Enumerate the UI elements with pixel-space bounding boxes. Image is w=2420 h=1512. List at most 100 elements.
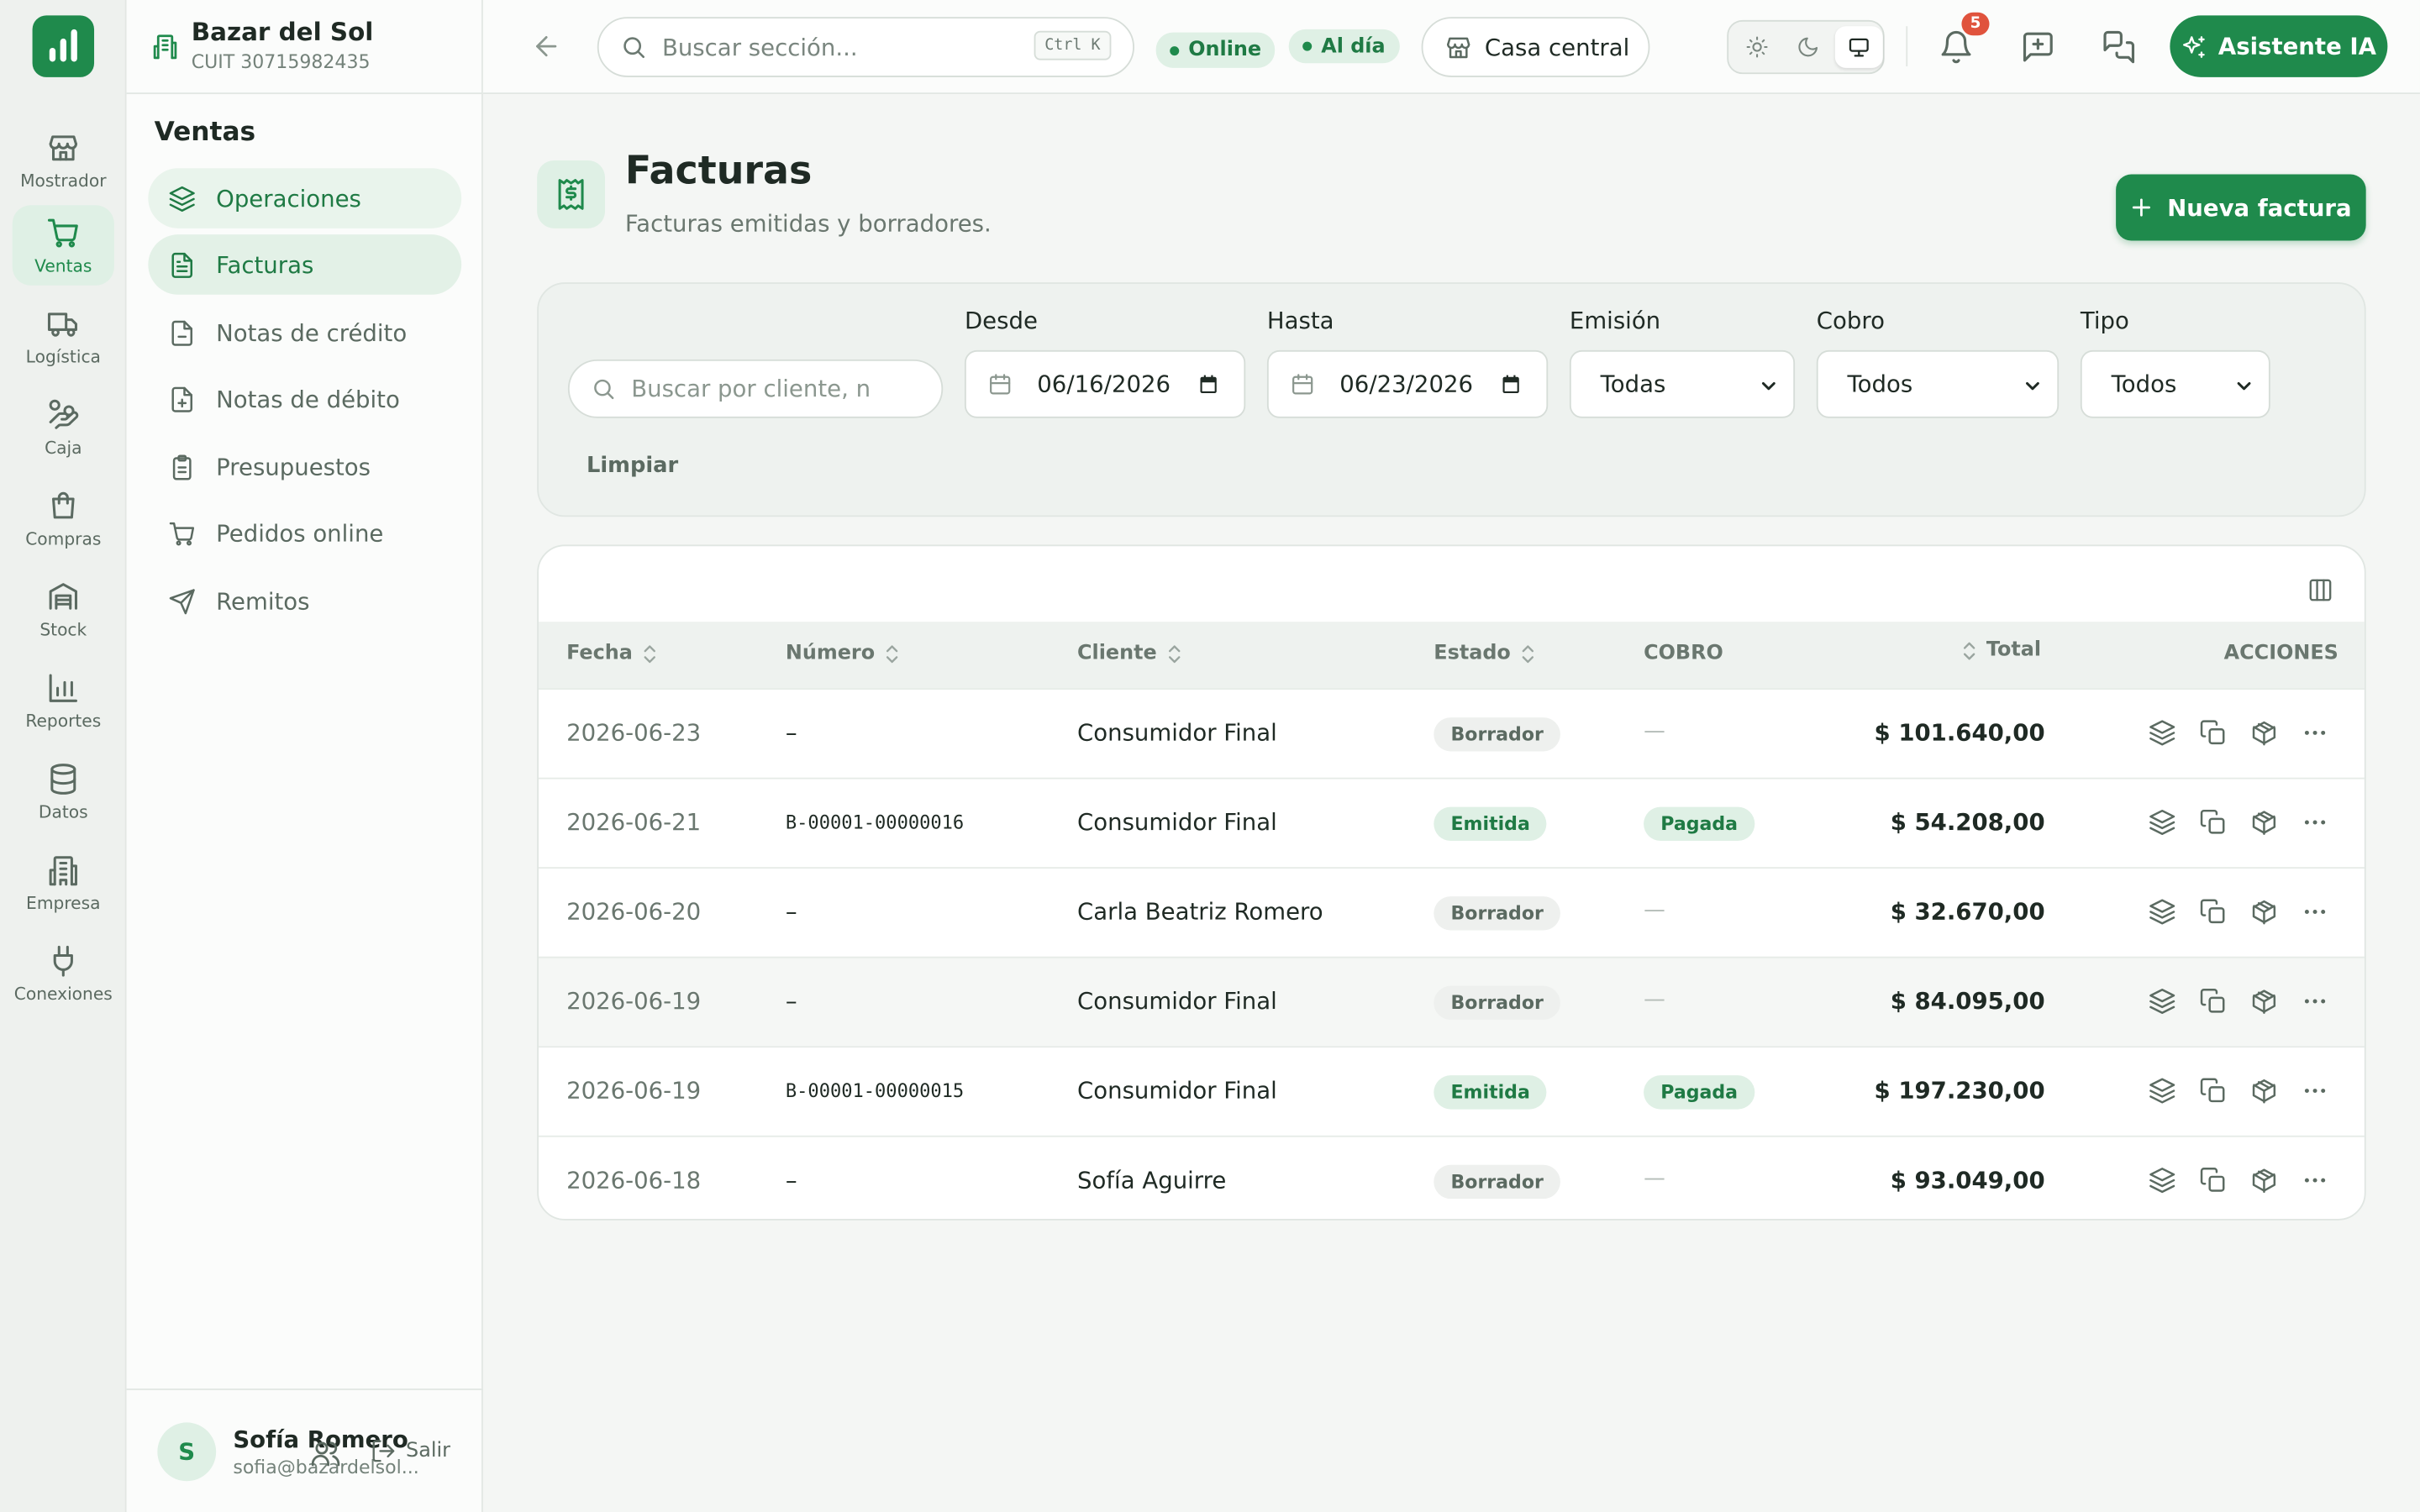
copy-icon[interactable]	[2199, 1077, 2227, 1105]
more-horizontal-icon[interactable]	[2302, 898, 2329, 926]
status-badge: Borrador	[1434, 985, 1561, 1021]
plus-icon	[2133, 198, 2151, 217]
logout-button[interactable]: Salir	[371, 1438, 450, 1464]
users-icon[interactable]	[310, 1438, 341, 1469]
message-plus-icon[interactable]	[2020, 29, 2055, 65]
type-value: Todos	[2111, 370, 2177, 398]
more-horizontal-icon[interactable]	[2302, 719, 2329, 747]
layers-icon[interactable]	[2149, 987, 2176, 1015]
clear-filters-button[interactable]: Limpiar	[587, 454, 678, 478]
branch-selector[interactable]: Casa central	[1421, 17, 1650, 77]
columns-icon[interactable]	[2307, 577, 2333, 603]
app-logo-icon[interactable]	[32, 15, 95, 77]
col-status-header[interactable]: Estado	[1434, 642, 1535, 665]
table-row[interactable]: 2026-06-21 B-00001-00000016 Consumidor Fin…	[539, 777, 2365, 868]
side-item-presupuestos[interactable]: Presupuestos	[148, 437, 461, 497]
copy-icon[interactable]	[2199, 719, 2227, 747]
theme-switcher	[1727, 19, 1885, 75]
table-row[interactable]: 2026-06-23 – Consumidor Final Borrador — $ 10…	[539, 688, 2365, 778]
side-item-operaciones[interactable]: Operaciones	[148, 168, 462, 228]
copy-icon[interactable]	[2199, 987, 2227, 1015]
new-invoice-button[interactable]: Nueva factura	[2116, 174, 2366, 241]
package-icon[interactable]	[2250, 719, 2278, 747]
theme-dark-button[interactable]	[1784, 26, 1832, 68]
arrow-left-icon[interactable]	[531, 31, 562, 62]
calendar-picker-icon[interactable]	[1197, 373, 1219, 395]
col-date-header[interactable]: Fecha	[566, 642, 657, 665]
side-item-remitos[interactable]: Remitos	[148, 571, 461, 632]
side-item-notas-debito[interactable]: Notas de débito	[148, 369, 461, 429]
cell-date: 2026-06-23	[566, 718, 702, 747]
rail-item-conexiones[interactable]: Conexiones	[13, 933, 114, 1014]
ai-assistant-button[interactable]: Asistente IA	[2170, 15, 2388, 77]
package-icon[interactable]	[2250, 1077, 2278, 1105]
sync-badge: Al día	[1288, 29, 1400, 64]
to-date-input[interactable]: 06/23/2026	[1266, 349, 1549, 418]
copy-icon[interactable]	[2199, 898, 2227, 926]
to-date-value: 06/23/2026	[1339, 370, 1474, 398]
copy-icon[interactable]	[2199, 808, 2227, 836]
calendar-icon	[1292, 374, 1313, 395]
rail-item-logistica[interactable]: Logística	[13, 297, 114, 377]
more-horizontal-icon[interactable]	[2302, 1167, 2329, 1194]
table-header: Fecha Número Cliente Estado COBRO Total	[539, 622, 2365, 689]
rail-item-compras[interactable]: Compras	[13, 478, 114, 559]
cell-total: $ 101.640,00	[1874, 718, 2045, 747]
rail-item-datos[interactable]: Datos	[13, 751, 114, 832]
type-select[interactable]: Todos	[2080, 349, 2270, 418]
theme-light-button[interactable]	[1733, 26, 1781, 68]
sparkles-icon	[2183, 35, 2206, 57]
table-row[interactable]: 2026-06-18 – Sofía Aguirre Borrador — $ 93.04…	[539, 1135, 2365, 1219]
col-number-header[interactable]: Número	[786, 642, 900, 665]
package-icon[interactable]	[2250, 987, 2278, 1015]
messages-icon[interactable]	[2101, 29, 2136, 65]
rail-item-ventas[interactable]: Ventas	[12, 205, 114, 286]
avatar[interactable]: S	[157, 1422, 217, 1482]
table-row[interactable]: 2026-06-20 – Carla Beatriz Romero Borrador —…	[539, 867, 2365, 957]
package-icon[interactable]	[2250, 808, 2278, 836]
status-badge: Emitida	[1434, 806, 1548, 842]
from-date-input[interactable]: 06/16/2026	[964, 349, 1246, 418]
rail-item-empresa[interactable]: Empresa	[13, 843, 114, 923]
chevron-down-icon	[2237, 381, 2251, 391]
side-item-facturas[interactable]: Facturas	[148, 234, 462, 295]
layers-icon[interactable]	[2149, 1167, 2176, 1194]
more-horizontal-icon[interactable]	[2302, 987, 2329, 1015]
rail-item-mostrador[interactable]: Mostrador	[13, 120, 114, 201]
cell-client: Consumidor Final	[1077, 987, 1277, 1016]
building-icon	[49, 855, 77, 885]
company-header[interactable]: Bazar del Sol CUIT 30715982435	[126, 0, 483, 95]
emission-select[interactable]: Todas	[1569, 349, 1796, 418]
section-search-input[interactable]: Buscar sección... Ctrl K	[597, 17, 1134, 77]
payment-select[interactable]: Todos	[1816, 349, 2060, 418]
cart-icon	[169, 521, 195, 545]
copy-icon[interactable]	[2199, 1167, 2227, 1194]
layers-icon[interactable]	[2149, 808, 2176, 836]
col-total-header[interactable]: Total	[1961, 638, 2041, 662]
col-client-header[interactable]: Cliente	[1077, 642, 1181, 665]
rail-item-caja[interactable]: Caja	[13, 387, 114, 468]
theme-system-button[interactable]	[1834, 26, 1883, 68]
rail-item-stock[interactable]: Stock	[13, 570, 114, 650]
layers-icon[interactable]	[2149, 719, 2176, 747]
search-icon	[623, 37, 644, 59]
table-row[interactable]: 2026-06-19 B-00001-00000015 Consumidor Fin…	[539, 1046, 2365, 1136]
layers-icon	[169, 186, 195, 212]
layers-icon[interactable]	[2149, 1077, 2176, 1105]
side-item-notas-credito[interactable]: Notas de crédito	[148, 302, 461, 363]
more-horizontal-icon[interactable]	[2302, 1077, 2329, 1105]
package-icon[interactable]	[2250, 898, 2278, 926]
package-icon[interactable]	[2250, 1167, 2278, 1194]
side-item-label: Presupuestos	[216, 453, 371, 481]
row-actions	[2149, 808, 2329, 836]
invoice-search-input[interactable]: Buscar por cliente, n	[567, 359, 944, 418]
sort-icon	[1963, 641, 1975, 659]
layers-icon[interactable]	[2149, 898, 2176, 926]
more-horizontal-icon[interactable]	[2302, 808, 2329, 836]
status-dot	[1170, 45, 1180, 55]
calendar-picker-icon[interactable]	[1500, 373, 1522, 395]
search-icon	[594, 379, 614, 400]
rail-item-reportes[interactable]: Reportes	[13, 660, 114, 741]
side-item-pedidos-online[interactable]: Pedidos online	[148, 503, 461, 564]
table-row[interactable]: 2026-06-19 – Consumidor Final Borrador — $ 84…	[539, 956, 2365, 1047]
